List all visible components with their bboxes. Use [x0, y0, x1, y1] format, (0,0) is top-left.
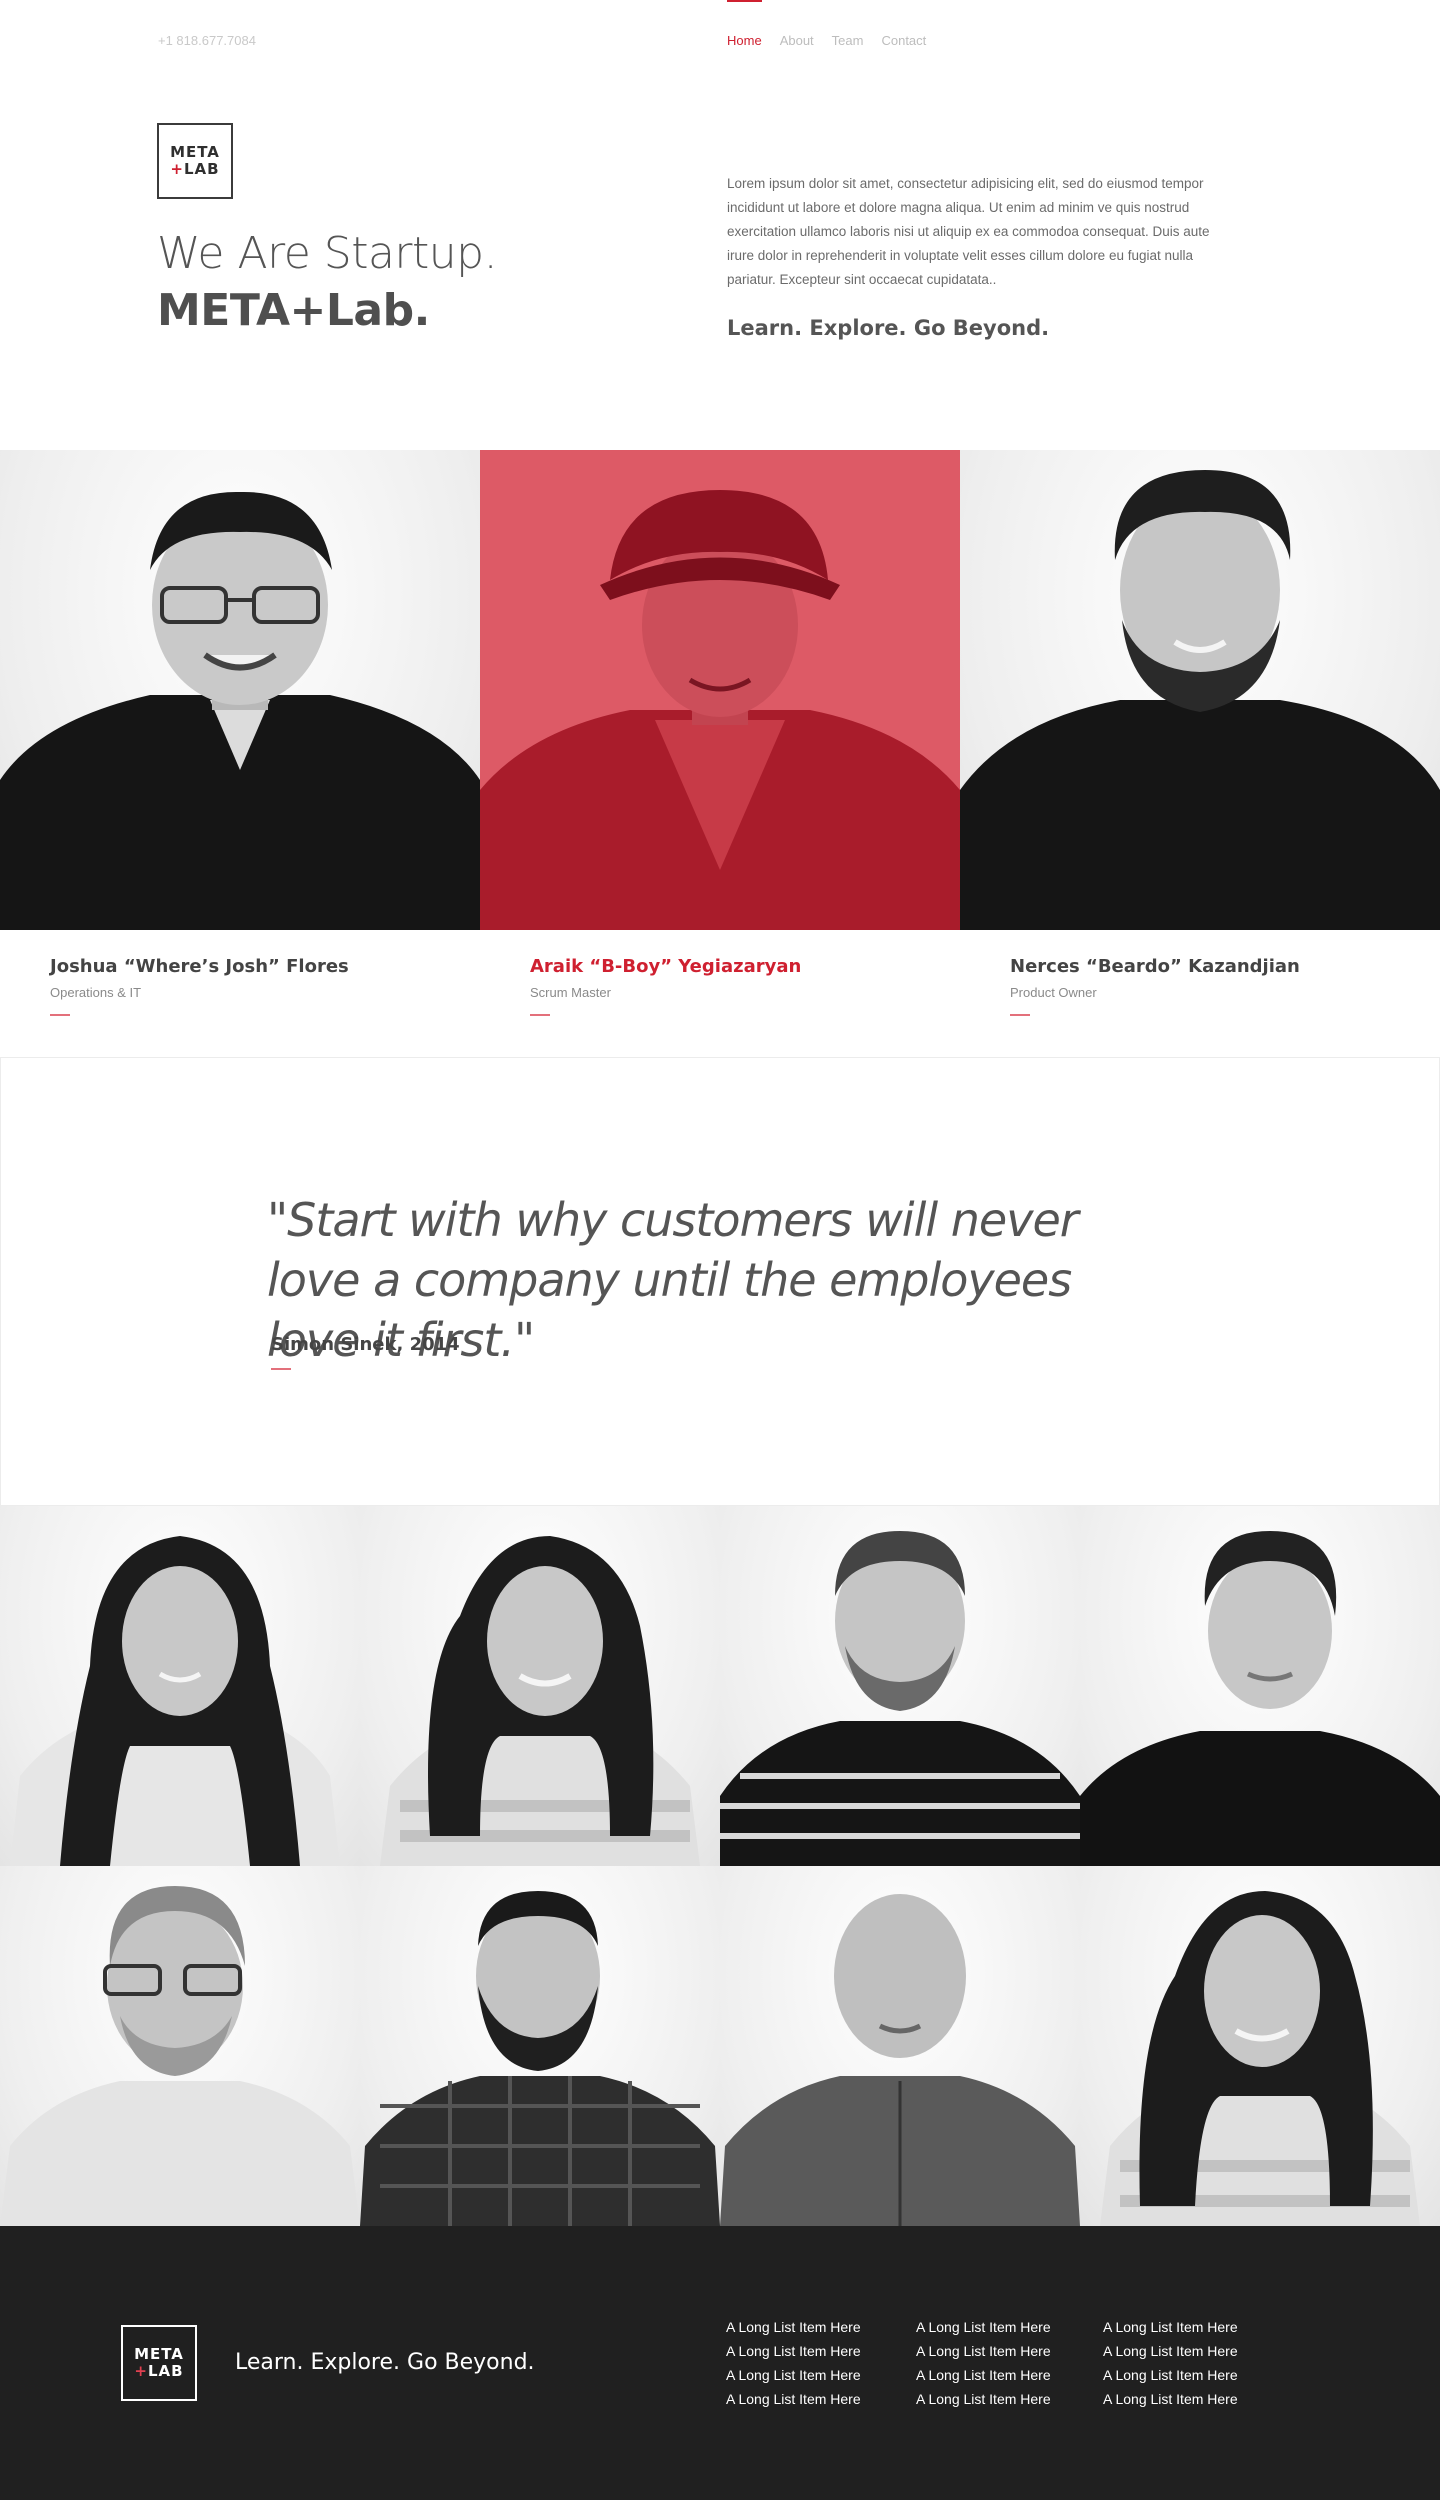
footer-tagline: Learn. Explore. Go Beyond. [235, 2350, 535, 2375]
quote-author: Simon Sinek, 2014 [271, 1334, 460, 1355]
featured-team-row [0, 450, 1440, 930]
logo-plus: + [170, 160, 184, 178]
team-member-role: Product Owner [1010, 985, 1097, 1000]
footer-link[interactable]: A Long List Item Here [1103, 2315, 1293, 2339]
team-grid-photo[interactable] [1080, 1506, 1440, 1866]
brand-logo[interactable]: META +LAB [157, 123, 233, 199]
team-card-joshua[interactable]: Joshua “Where’s Josh” Flores Operations … [0, 930, 480, 1058]
team-photo-grid [0, 1506, 1440, 2226]
top-bar: +1 818.677.7084 Home About Team Contact [0, 0, 1440, 80]
hero-title-bold: META+Lab. [157, 285, 430, 336]
main-nav: Home About Team Contact [727, 0, 926, 48]
accent-dash [271, 1368, 291, 1370]
team-card-araik[interactable]: Araik “B-Boy” Yegiazaryan Scrum Master [480, 930, 960, 1058]
team-member-role: Operations & IT [50, 985, 142, 1000]
person-illustration [0, 491, 480, 930]
person-illustration [720, 1894, 1080, 2226]
nav-about[interactable]: About [780, 0, 814, 48]
team-grid-photo[interactable] [0, 1866, 360, 2226]
footer-link[interactable]: A Long List Item Here [726, 2387, 916, 2411]
person-illustration [480, 490, 960, 930]
hero-title-light: We Are Startup. [157, 228, 498, 279]
accent-dash [530, 1014, 550, 1016]
nav-home[interactable]: Home [727, 0, 762, 48]
team-member-name: Araik “B-Boy” Yegiazaryan [530, 956, 802, 977]
footer-link[interactable]: A Long List Item Here [1103, 2339, 1293, 2363]
team-member-name: Nerces “Beardo” Kazandjian [1010, 956, 1300, 977]
footer-column: A Long List Item Here A Long List Item H… [1103, 2315, 1293, 2411]
logo-text-meta: META [134, 2345, 184, 2363]
person-illustration [0, 1886, 360, 2226]
team-member-role: Scrum Master [530, 985, 611, 1000]
accent-dash [1010, 1014, 1030, 1016]
logo-text-lab: +LAB [134, 2362, 184, 2380]
team-photo-araik[interactable] [480, 450, 960, 930]
footer-link[interactable]: A Long List Item Here [726, 2339, 916, 2363]
footer-link-columns: A Long List Item Here A Long List Item H… [726, 2315, 1293, 2411]
footer-link[interactable]: A Long List Item Here [726, 2363, 916, 2387]
quote-section: "Start with why customers will never lov… [0, 1058, 1440, 1506]
logo-plus: + [134, 2362, 148, 2380]
site-footer: META +LAB Learn. Explore. Go Beyond. A L… [0, 2226, 1440, 2500]
team-grid-photo[interactable] [360, 1866, 720, 2226]
team-grid-photo[interactable] [720, 1866, 1080, 2226]
person-illustration [1100, 1891, 1420, 2226]
person-illustration [960, 470, 1440, 930]
footer-link[interactable]: A Long List Item Here [1103, 2387, 1293, 2411]
team-photo-joshua[interactable] [0, 450, 480, 930]
team-grid-photo[interactable] [1080, 1866, 1440, 2226]
person-illustration [720, 1531, 1080, 1866]
person-illustration [1080, 1531, 1440, 1866]
footer-link[interactable]: A Long List Item Here [916, 2339, 1103, 2363]
person-illustration [380, 1536, 700, 1866]
nav-team[interactable]: Team [832, 0, 864, 48]
team-photo-nerces[interactable] [960, 450, 1440, 930]
logo-text-meta: META [170, 143, 220, 161]
nav-contact[interactable]: Contact [881, 0, 926, 48]
accent-dash [50, 1014, 70, 1016]
team-grid-photo[interactable] [360, 1506, 720, 1866]
phone-number[interactable]: +1 818.677.7084 [158, 33, 256, 48]
footer-column: A Long List Item Here A Long List Item H… [726, 2315, 916, 2411]
footer-logo[interactable]: META +LAB [121, 2325, 197, 2401]
team-card-nerces[interactable]: Nerces “Beardo” Kazandjian Product Owner [960, 930, 1440, 1058]
logo-text-lab: +LAB [170, 160, 220, 178]
footer-link[interactable]: A Long List Item Here [726, 2315, 916, 2339]
footer-link[interactable]: A Long List Item Here [916, 2387, 1103, 2411]
footer-link[interactable]: A Long List Item Here [916, 2315, 1103, 2339]
footer-column: A Long List Item Here A Long List Item H… [916, 2315, 1103, 2411]
team-member-name: Joshua “Where’s Josh” Flores [50, 956, 349, 977]
person-illustration [360, 1891, 720, 2226]
team-grid-photo[interactable] [0, 1506, 360, 1866]
hero-tagline: Learn. Explore. Go Beyond. [727, 316, 1050, 340]
hero-paragraph: Lorem ipsum dolor sit amet, consectetur … [727, 176, 1210, 287]
footer-link[interactable]: A Long List Item Here [916, 2363, 1103, 2387]
team-grid-photo[interactable] [720, 1506, 1080, 1866]
featured-team-captions: Joshua “Where’s Josh” Flores Operations … [0, 930, 1440, 1058]
footer-link[interactable]: A Long List Item Here [1103, 2363, 1293, 2387]
person-illustration [10, 1536, 340, 1866]
